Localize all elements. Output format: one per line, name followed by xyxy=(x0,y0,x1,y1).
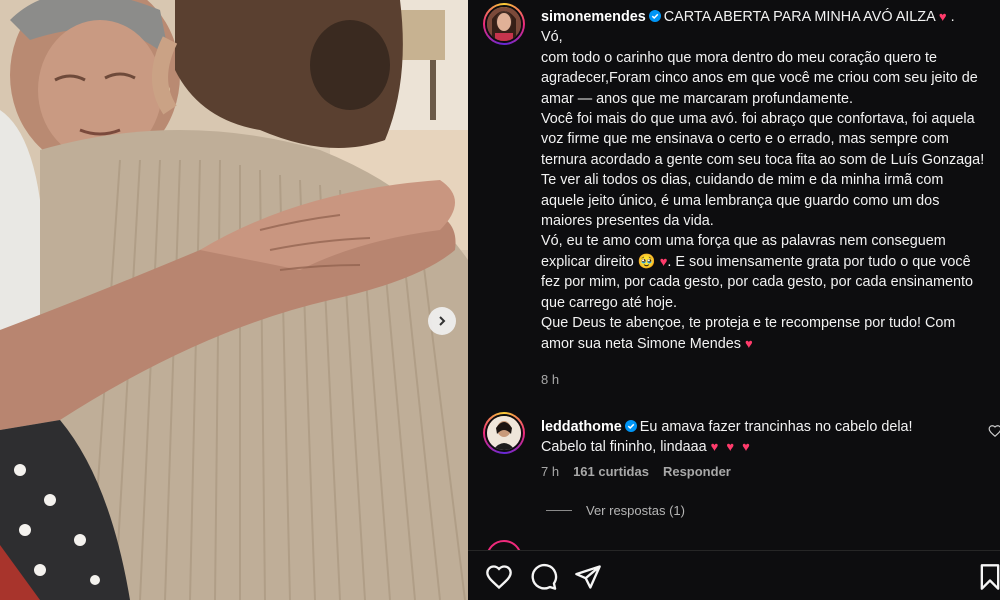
post-caption: simonemendes CARTA ABERTA PARA MINHA AVÓ … xyxy=(541,7,989,354)
replies-divider-line xyxy=(546,510,572,511)
heart-emoji-icon: ♥ xyxy=(938,9,947,24)
heart-emoji-icon: ♥ xyxy=(742,439,750,455)
post-timestamp[interactable]: 8 h xyxy=(541,372,559,387)
reply-button[interactable]: Responder xyxy=(663,464,731,479)
caption-paragraph-6: Que Deus te abençoe, te proteja e te rec… xyxy=(541,313,989,354)
next-comment-avatar-partial xyxy=(486,540,522,550)
caption-title: CARTA ABERTA PARA MINHA AVÓ AILZA xyxy=(663,9,935,25)
author-username[interactable]: simonemendes xyxy=(541,9,646,25)
heart-icon[interactable] xyxy=(485,563,513,591)
author-avatar[interactable] xyxy=(483,3,525,45)
comment-like-heart-icon[interactable] xyxy=(988,424,1000,438)
author-avatar-image xyxy=(487,7,521,41)
chevron-right-icon xyxy=(439,316,446,326)
caption-paragraph-5: Vó, eu te amo com uma força que as palav… xyxy=(541,231,989,313)
heart-emoji-icon: ♥ xyxy=(726,439,735,455)
commenter-username[interactable]: leddathome xyxy=(541,419,622,435)
caption-paragraph-3: Você foi mais do que uma avó. foi abraço… xyxy=(541,111,985,168)
crying-emoji-icon: 🥹 xyxy=(637,253,656,270)
caption-paragraph-2: com todo o carinho que mora dentro do me… xyxy=(541,49,978,107)
heart-emoji-icon: ♥ xyxy=(710,439,719,455)
bookmark-icon[interactable] xyxy=(976,563,1000,591)
caption-paragraph-1: Vó, xyxy=(541,29,563,46)
photo-illustration xyxy=(0,0,468,600)
next-photo-button[interactable] xyxy=(428,307,456,335)
instagram-post-view: simonemendes CARTA ABERTA PARA MINHA AVÓ … xyxy=(0,0,1000,600)
caption-title-end: . xyxy=(950,9,955,25)
comment-likes-count[interactable]: 161 curtidas xyxy=(573,464,649,479)
comment-timestamp[interactable]: 7 h xyxy=(541,464,559,479)
comment-body: leddathome Eu amava fazer trancinhas no c… xyxy=(541,417,961,458)
view-replies-button[interactable]: Ver respostas (1) xyxy=(546,503,685,518)
comment-icon[interactable] xyxy=(530,563,558,591)
caption-paragraph-4: Te ver ali todos os dias, cuidando de mi… xyxy=(541,172,944,230)
verified-badge-icon xyxy=(624,420,637,432)
view-replies-label: Ver respostas (1) xyxy=(586,503,685,518)
verified-badge-icon xyxy=(648,10,661,22)
heart-emoji-icon: ♥ xyxy=(744,335,753,351)
post-photo[interactable] xyxy=(0,0,468,600)
post-action-bar xyxy=(468,550,1000,600)
send-icon[interactable] xyxy=(574,563,602,591)
post-side-panel: simonemendes CARTA ABERTA PARA MINHA AVÓ … xyxy=(468,0,1000,600)
comment-meta: 7 h 161 curtidas Responder xyxy=(541,464,731,479)
commenter-avatar[interactable] xyxy=(483,412,525,454)
commenter-avatar-image xyxy=(487,416,521,450)
